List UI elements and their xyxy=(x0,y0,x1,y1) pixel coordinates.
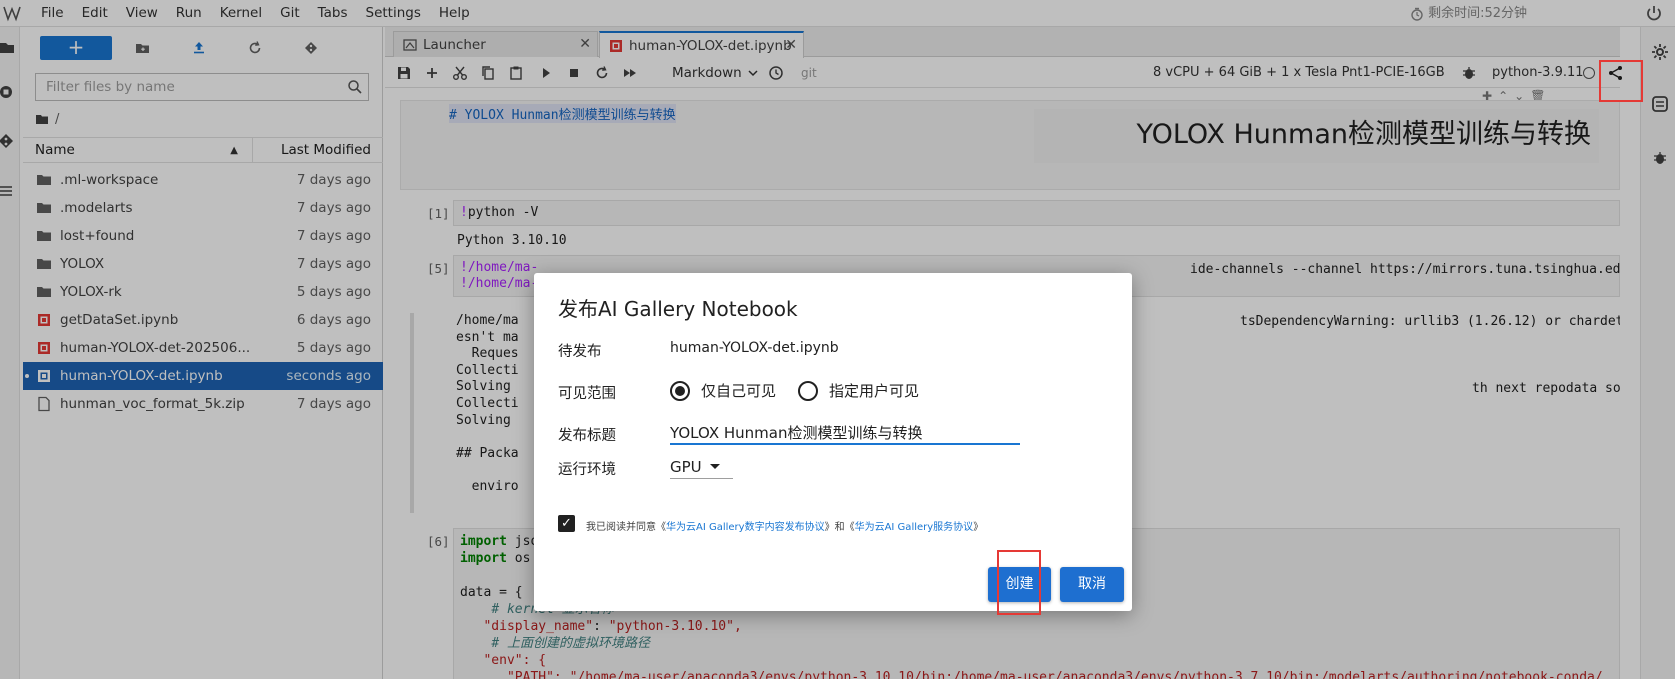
agree-text-part: 我已阅读并同意《 xyxy=(586,522,666,533)
create-button-highlight xyxy=(997,550,1041,615)
publish-title-input[interactable] xyxy=(670,421,1020,445)
agreement-link-publish[interactable]: 华为云AI Gallery数字内容发布协议 xyxy=(666,522,825,533)
agree-text-part: 》和《 xyxy=(824,522,855,533)
radio-specified-users[interactable] xyxy=(798,381,818,401)
visibility-label: 可见范围 xyxy=(558,386,616,402)
env-value: GPU xyxy=(670,457,702,476)
pending-label: 待发布 xyxy=(558,344,602,360)
radio-specified-users-label[interactable]: 指定用户可见 xyxy=(829,381,919,401)
dialog-title: 发布AI Gallery Notebook xyxy=(558,297,798,321)
radio-private[interactable] xyxy=(670,381,690,401)
share-button-highlight xyxy=(1599,60,1643,102)
env-select[interactable]: GPU xyxy=(670,455,733,479)
cancel-button[interactable]: 取消 xyxy=(1060,567,1124,602)
publish-dialog: 发布AI Gallery Notebook 待发布 human-YOLOX-de… xyxy=(534,273,1132,611)
radio-private-label[interactable]: 仅自己可见 xyxy=(701,381,776,401)
caret-down-icon xyxy=(709,464,720,469)
agreement-text: 我已阅读并同意《华为云AI Gallery数字内容发布协议》和《华为云AI Ga… xyxy=(586,518,983,533)
pending-value: human-YOLOX-det.ipynb xyxy=(670,340,839,356)
agree-checkbox[interactable]: ✓ xyxy=(558,515,575,532)
title-label: 发布标题 xyxy=(558,428,616,444)
agree-text-part: 》 xyxy=(973,522,984,533)
agreement-link-service[interactable]: 华为云AI Gallery服务协议 xyxy=(855,522,974,533)
env-label: 运行环境 xyxy=(558,462,616,478)
